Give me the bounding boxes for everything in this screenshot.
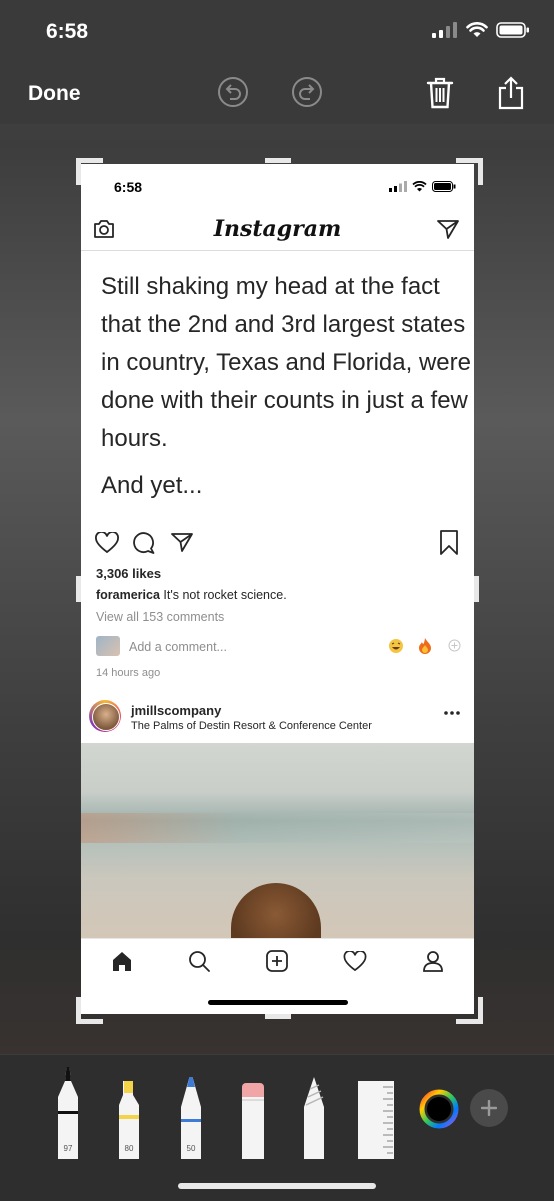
crop-handle-top-right[interactable] [456, 158, 483, 185]
redo-icon[interactable] [291, 76, 323, 108]
ig-home-indicator [208, 1000, 348, 1005]
done-button[interactable]: Done [28, 82, 81, 106]
likes-count[interactable]: 3,306 likes [96, 566, 161, 581]
wifi-icon [466, 22, 488, 37]
comment-row: Add a comment... [96, 636, 466, 658]
status-icons [432, 22, 530, 38]
highlighter-tool[interactable]: 80 [116, 1081, 142, 1159]
post-text-2: And yet... [101, 472, 203, 499]
post-timestamp: 14 hours ago [96, 667, 161, 679]
crop-handle-top[interactable] [265, 158, 291, 163]
battery-icon [432, 181, 456, 192]
add-emoji-icon[interactable] [448, 639, 461, 652]
bookmark-icon[interactable] [439, 530, 459, 556]
highlighter-width-label: 80 [124, 1144, 134, 1153]
caption-text: It's not rocket science. [159, 588, 287, 602]
ruler-icon[interactable] [357, 1081, 395, 1159]
fire-emoji-icon[interactable] [418, 637, 432, 654]
home-icon[interactable] [111, 950, 133, 972]
post2-username[interactable]: jmillscompany [131, 703, 221, 718]
plus-icon [481, 1100, 497, 1116]
share-icon[interactable] [497, 76, 525, 110]
post-text: Still shaking my head at the fact that t… [101, 273, 471, 452]
post2-header: jmillscompany The Palms of Destin Resort… [81, 694, 474, 742]
home-indicator [178, 1183, 376, 1189]
caption-username[interactable]: foramerica [96, 588, 160, 602]
ig-tab-bar [81, 938, 474, 989]
crop-handle-bottom[interactable] [265, 1014, 291, 1019]
direct-message-icon[interactable] [437, 219, 459, 239]
pen-width-label: 97 [63, 1144, 73, 1153]
pencil-width-label: 50 [186, 1144, 196, 1153]
view-comments-link[interactable]: View all 153 comments [96, 610, 224, 624]
story-ring[interactable] [89, 700, 121, 732]
eraser-icon[interactable] [240, 1083, 266, 1159]
instagram-logo: Instagram [213, 216, 342, 242]
ig-header: Instagram [81, 214, 474, 251]
comment-icon[interactable] [133, 532, 155, 554]
post-caption: foramerica It's not rocket science. [96, 588, 287, 602]
post2-location[interactable]: The Palms of Destin Resort & Conference … [131, 720, 372, 732]
trash-icon[interactable] [426, 76, 454, 110]
crop-handle-bottom-left[interactable] [76, 997, 103, 1024]
avatar [92, 703, 120, 731]
crop-handle-bottom-right[interactable] [456, 997, 483, 1024]
color-picker-icon[interactable] [419, 1089, 459, 1129]
new-post-icon[interactable] [266, 950, 288, 972]
crop-handle-top-left[interactable] [76, 158, 103, 185]
markup-top-bar: 6:58 Done [0, 0, 554, 124]
search-icon[interactable] [188, 950, 210, 972]
screenshot-preview[interactable]: 6:58 Instagram Still shaking my head at … [81, 164, 474, 1014]
photo-shoreline [81, 813, 474, 843]
activity-heart-icon[interactable] [343, 951, 367, 972]
status-time: 6:58 [46, 20, 89, 43]
avatar [96, 636, 120, 656]
more-options-icon[interactable] [444, 711, 460, 715]
markup-tools-bar: 97 80 50 [0, 1054, 554, 1201]
post-actions [95, 530, 465, 558]
add-tool-button[interactable] [470, 1089, 508, 1127]
ig-status-icons [389, 181, 456, 192]
add-comment-input[interactable]: Add a comment... [129, 640, 227, 654]
pen-tool[interactable]: 97 [56, 1067, 80, 1159]
heart-icon[interactable] [95, 532, 119, 554]
battery-icon [496, 22, 529, 38]
share-post-icon[interactable] [171, 532, 193, 552]
wifi-icon [412, 181, 427, 192]
laughing-emoji-icon[interactable] [388, 638, 404, 654]
cellular-signal-icon [389, 181, 407, 192]
profile-icon[interactable] [422, 950, 444, 972]
cellular-signal-icon [432, 22, 457, 38]
lasso-tool-icon[interactable] [301, 1077, 327, 1159]
photo-person-head [231, 883, 321, 938]
crop-handle-left[interactable] [76, 576, 81, 602]
crop-handle-right[interactable] [474, 576, 479, 602]
post2-photo[interactable] [81, 743, 474, 938]
ig-status-time: 6:58 [114, 179, 143, 195]
undo-icon[interactable] [217, 76, 249, 108]
pencil-tool[interactable]: 50 [178, 1077, 204, 1159]
